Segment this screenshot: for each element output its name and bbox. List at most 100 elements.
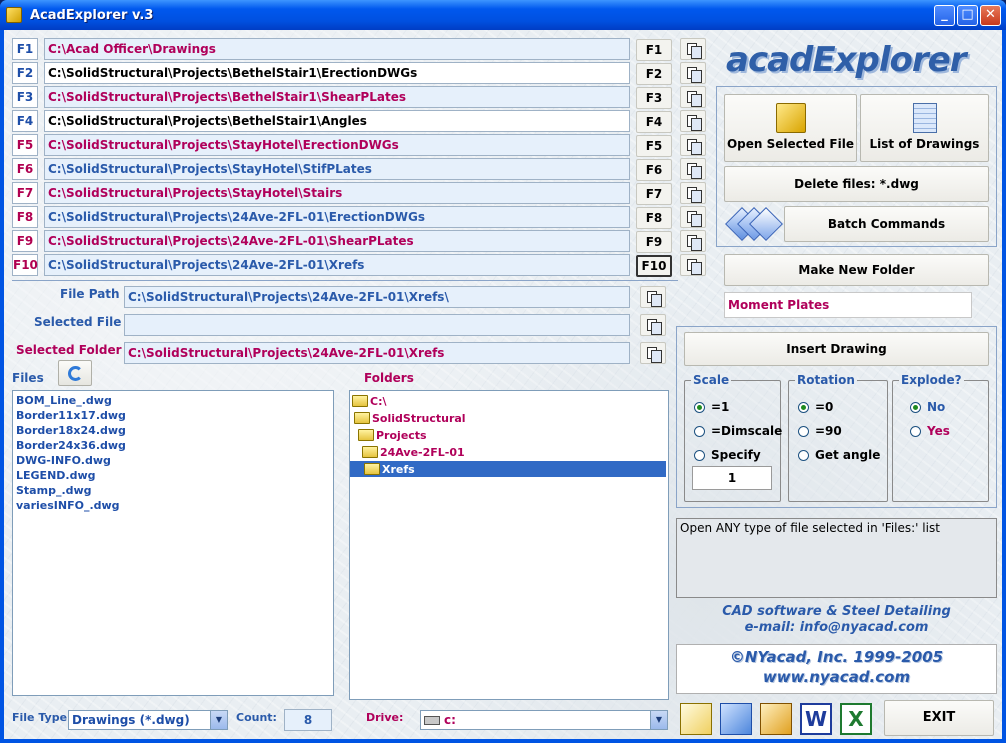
file-list-item[interactable]: LEGEND.dwg [13,468,333,483]
favorite-go-button-1[interactable]: F1 [636,39,672,61]
scale-value-input[interactable]: 1 [692,466,772,490]
minimize-button[interactable]: _ [934,5,955,26]
favorite-path-9[interactable]: C:\SolidStructural\Projects\24Ave-2FL-01… [44,230,630,252]
favorite-go-button-5[interactable]: F5 [636,135,672,157]
favorite-go-button-2[interactable]: F2 [636,63,672,85]
paint-icon[interactable] [760,703,792,735]
favorite-path-6[interactable]: C:\SolidStructural\Projects\StayHotel\St… [44,158,630,180]
delete-files-button[interactable]: Delete files: *.dwg [724,166,989,202]
favorite-go-button-10[interactable]: F10 [636,255,672,277]
file-list-item[interactable]: Stamp_.dwg [13,483,333,498]
folder-tree-item[interactable]: SolidStructural [354,410,466,426]
chevron-down-icon: ▼ [650,711,667,729]
favorite-go-button-8[interactable]: F8 [636,207,672,229]
favorite-key-10: F10 [12,254,38,276]
explode-option-yes-label: Yes [927,424,950,438]
favorite-go-button-3[interactable]: F3 [636,87,672,109]
favorite-copy-button-9[interactable] [680,230,706,252]
close-button[interactable]: ✕ [980,5,1001,26]
copy-icon [687,91,702,107]
scale-option-1-label: =1 [711,400,730,414]
file-list-item[interactable]: variesINFO_.dwg [13,498,333,513]
radio-unchecked-icon [910,425,921,437]
favorite-go-button-4[interactable]: F4 [636,111,672,133]
selected-file-label: Selected File [34,315,122,329]
new-folder-name-input[interactable]: Moment Plates [724,292,972,318]
favorite-path-5[interactable]: C:\SolidStructural\Projects\StayHotel\Er… [44,134,630,156]
folder-tree-item[interactable]: C:\ [352,393,387,409]
rotation-option-get-angle[interactable]: Get angle [798,448,880,462]
folder-tree-label: Xrefs [382,462,415,476]
rotation-option-0[interactable]: =0 [798,400,833,414]
favorite-copy-button-10[interactable] [680,254,706,276]
folder-tree-item[interactable]: Projects [358,427,427,443]
folder-tree-item[interactable]: 24Ave-2FL-01 [362,444,465,460]
file-type-select[interactable]: Drawings (*.dwg) ▼ [68,710,228,730]
file-list-item[interactable]: DWG-INFO.dwg [13,453,333,468]
file-list-item[interactable]: Border11x17.dwg [13,408,333,423]
folders-tree[interactable]: C:\ SolidStructural Projects 24Ave-2FL-01 Xr… [349,390,669,700]
refresh-button[interactable] [58,360,92,386]
favorite-copy-button-4[interactable] [680,110,706,132]
favorite-copy-button-3[interactable] [680,86,706,108]
file-list-item[interactable]: Border24x36.dwg [13,438,333,453]
folder-tree-label: 24Ave-2FL-01 [380,445,465,459]
copy-file-path-button[interactable] [640,286,666,308]
favorite-copy-button-6[interactable] [680,158,706,180]
title-bar[interactable]: AcadExplorer v.3 _ □ ✕ [0,0,1006,30]
files-label: Files [12,371,44,385]
favorite-path-1[interactable]: C:\Acad Officer\Drawings [44,38,630,60]
favorite-path-4[interactable]: C:\SolidStructural\Projects\BethelStair1… [44,110,630,132]
notepad-icon[interactable] [720,703,752,735]
favorite-go-button-9[interactable]: F9 [636,231,672,253]
favorite-copy-button-2[interactable] [680,62,706,84]
list-of-drawings-button[interactable]: List of Drawings [860,94,989,162]
drive-select[interactable]: c: ▼ [420,710,668,730]
make-new-folder-button[interactable]: Make New Folder [724,254,989,286]
maximize-button[interactable]: □ [957,5,978,26]
folder-tree-item[interactable]: Xrefs [350,461,666,477]
batch-diamonds-icon [725,206,783,242]
insert-drawing-button[interactable]: Insert Drawing [684,332,989,366]
favorite-copy-button-7[interactable] [680,182,706,204]
favorite-path-8[interactable]: C:\SolidStructural\Projects\24Ave-2FL-01… [44,206,630,228]
file-list-item[interactable]: BOM_Line_.dwg [13,393,333,408]
favorite-go-button-6[interactable]: F6 [636,159,672,181]
radio-checked-icon [694,401,705,413]
copy-selected-folder-button[interactable] [640,342,666,364]
excel-icon[interactable]: X [840,703,872,735]
open-selected-file-button[interactable]: Open Selected File [724,94,857,162]
scale-option-specify[interactable]: Specify [694,448,761,462]
exit-button[interactable]: EXIT [884,700,994,736]
favorite-path-3[interactable]: C:\SolidStructural\Projects\BethelStair1… [44,86,630,108]
favorite-path-2[interactable]: C:\SolidStructural\Projects\BethelStair1… [44,62,630,84]
search-files-icon[interactable] [680,703,712,735]
explode-option-no[interactable]: No [910,400,945,414]
copy-icon [687,211,702,227]
scale-option-1[interactable]: =1 [694,400,729,414]
client-area: F1 C:\Acad Officer\Drawings F1 F2 C:\SolidSt… [4,30,1002,739]
batch-commands-button[interactable]: Batch Commands [784,206,989,242]
favorite-copy-button-5[interactable] [680,134,706,156]
favorite-go-button-7[interactable]: F7 [636,183,672,205]
files-list[interactable]: BOM_Line_.dwg Border11x17.dwg Border18x24.… [12,390,334,696]
favorite-path-7[interactable]: C:\SolidStructural\Projects\StayHotel\St… [44,182,630,204]
explode-option-yes[interactable]: Yes [910,424,950,438]
favorite-copy-button-1[interactable] [680,38,706,60]
selected-folder-field[interactable]: C:\SolidStructural\Projects\24Ave-2FL-01… [124,342,630,364]
file-list-item[interactable]: Border18x24.dwg [13,423,333,438]
file-type-value: Drawings (*.dwg) [72,713,190,727]
copy-selected-file-button[interactable] [640,314,666,336]
word-icon[interactable]: W [800,703,832,735]
file-path-field[interactable]: C:\SolidStructural\Projects\24Ave-2FL-01… [124,286,630,308]
copy-icon [687,115,702,131]
explode-option-no-label: No [927,400,946,414]
scale-group-title: Scale [691,373,732,387]
copy-icon [687,139,702,155]
rotation-option-90[interactable]: =90 [798,424,842,438]
selected-file-field[interactable] [124,314,630,336]
favorite-copy-button-8[interactable] [680,206,706,228]
scale-option-dimscale[interactable]: =Dimscale [694,424,782,438]
folder-icon [352,395,368,407]
favorite-path-10[interactable]: C:\SolidStructural\Projects\24Ave-2FL-01… [44,254,630,276]
